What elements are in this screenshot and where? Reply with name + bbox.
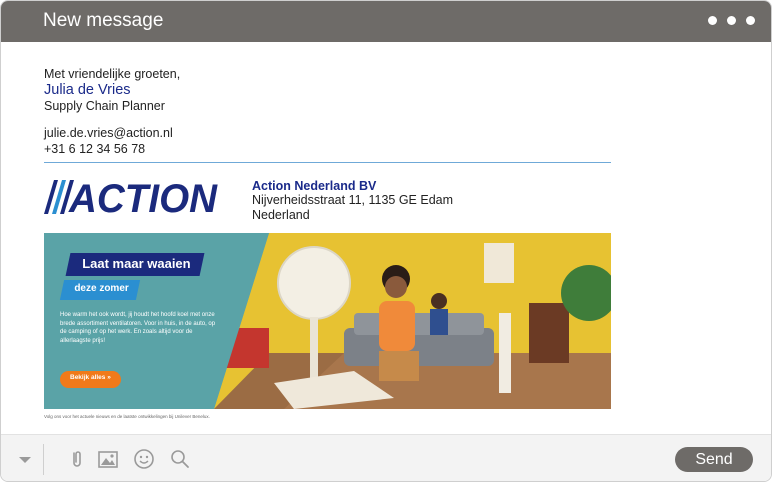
banner-subheadline: deze zomer: [59, 280, 141, 300]
dot-icon: [708, 16, 717, 25]
emoji-icon[interactable]: [133, 448, 155, 470]
message-body[interactable]: Met vriendelijke groeten, Julia de Vries…: [1, 42, 771, 434]
compose-window: New message Met vriendelijke groeten, Ju…: [0, 0, 772, 482]
search-icon[interactable]: [169, 448, 191, 470]
logo-text: ACTION: [68, 178, 218, 216]
banner-body-text: Hoe warm het ook wordt, jij houdt het ho…: [60, 312, 216, 344]
company-name: Action Nederland BV: [252, 179, 377, 193]
promo-banner[interactable]: Laat maar waaien deze zomer Hoe warm het…: [44, 233, 611, 409]
window-title: New message: [43, 10, 164, 31]
view-all-button[interactable]: Bekijk alles »: [60, 371, 121, 388]
dot-icon: [746, 16, 755, 25]
signature-role: Supply Chain Planner: [44, 99, 165, 113]
compose-toolbar: Send: [1, 434, 771, 481]
signature-name: Julia de Vries: [44, 82, 131, 98]
paperclip-icon[interactable]: [66, 448, 88, 470]
signature-divider: [44, 162, 611, 163]
company-country: Nederland: [252, 208, 310, 222]
dot-icon: [727, 16, 736, 25]
toolbar-separator: [43, 444, 44, 475]
send-button[interactable]: Send: [675, 447, 753, 472]
chevron-down-icon[interactable]: [14, 448, 36, 470]
action-logo: ACTION: [44, 178, 218, 216]
image-icon[interactable]: [97, 448, 119, 470]
banner-headline: Laat maar waaien: [65, 253, 205, 276]
title-bar: New message: [1, 1, 771, 42]
signature-email[interactable]: julie.de.vries@action.nl: [44, 126, 173, 140]
signature-phone: +31 6 12 34 56 78: [44, 142, 146, 156]
footnote: Volg ons voor het actuele nieuws en de l…: [44, 414, 210, 419]
more-options-button[interactable]: [708, 16, 755, 25]
company-address: Nijverheidsstraat 11, 1135 GE Edam: [252, 193, 454, 207]
signature-greeting: Met vriendelijke groeten,: [44, 67, 181, 81]
